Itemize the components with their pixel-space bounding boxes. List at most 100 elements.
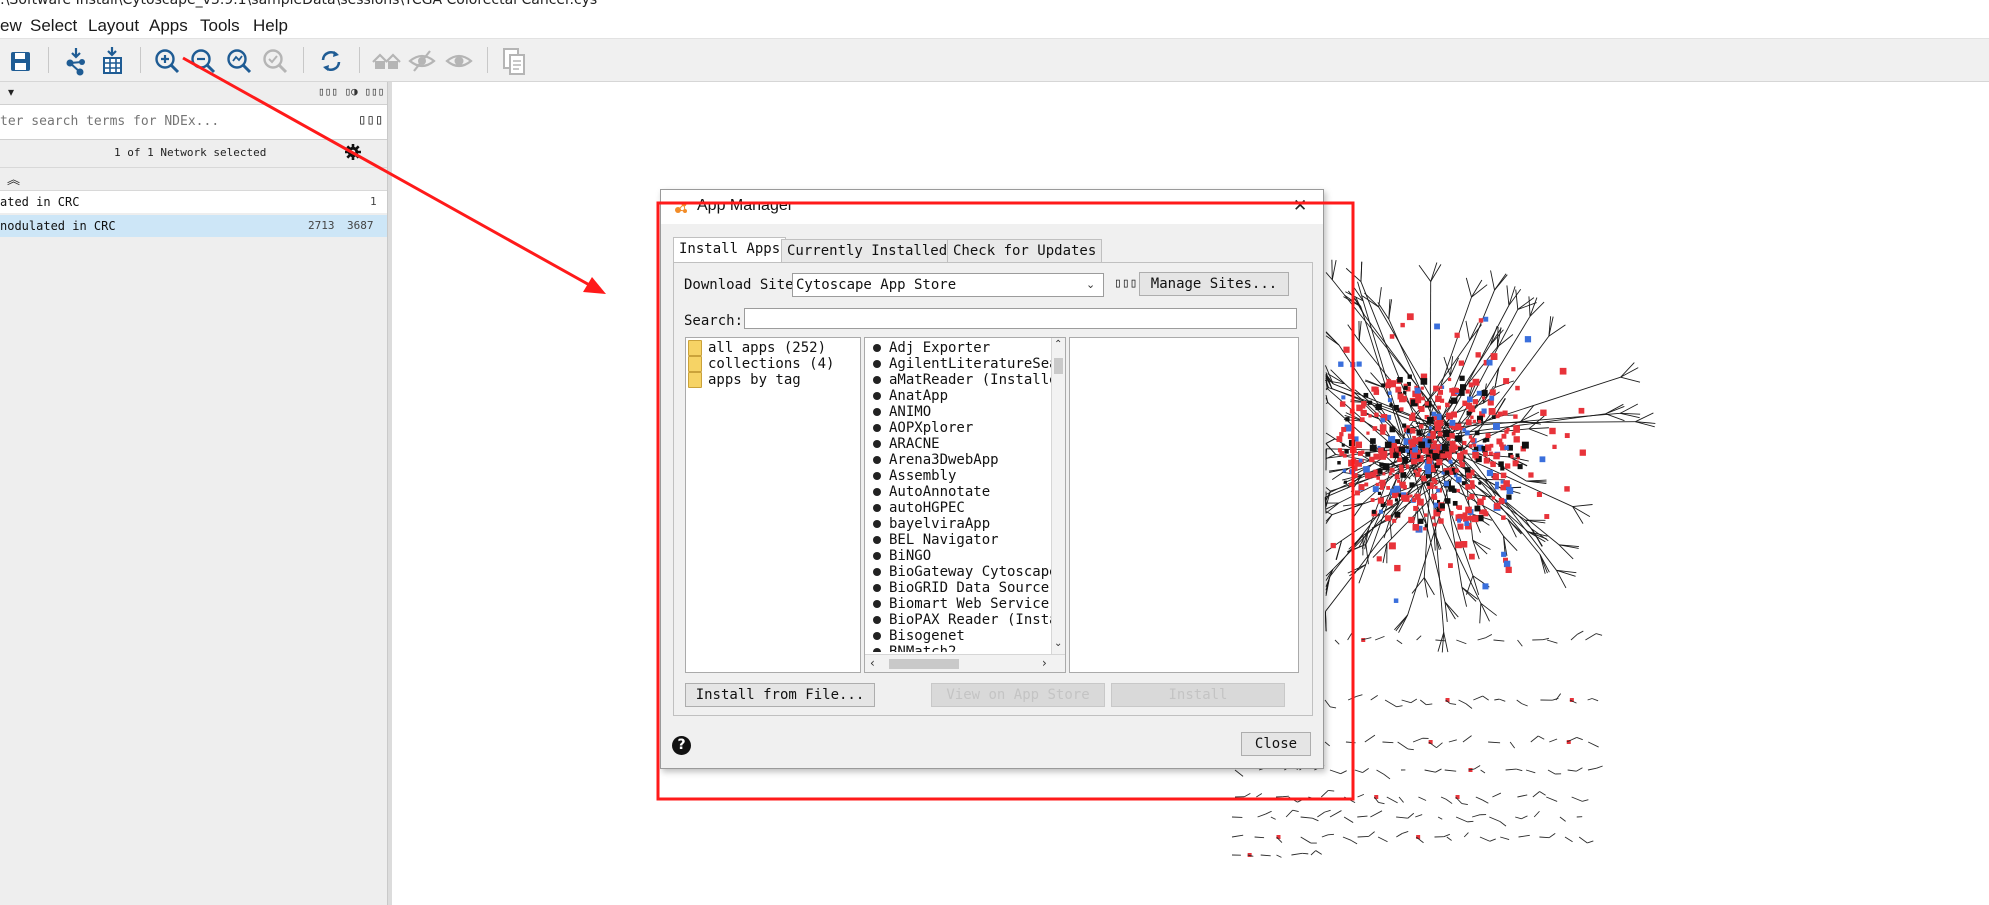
network-node <box>1466 472 1472 479</box>
import-network-icon[interactable] <box>60 45 92 77</box>
scroll-right-icon[interactable]: › <box>1042 656 1047 670</box>
show-icon[interactable] <box>443 45 475 77</box>
bullet-icon <box>873 439 881 448</box>
install-button[interactable]: Install <box>1111 683 1285 707</box>
refresh-sites-icon[interactable]: ▯▯▯ <box>1114 276 1137 291</box>
app-list-item[interactable]: Arena3DwebApp <box>865 452 999 468</box>
ndex-search-button[interactable]: ▯▯▯ <box>358 112 383 128</box>
network-edge <box>1461 803 1468 806</box>
tab-currently-installed[interactable]: Currently Installed <box>781 239 954 262</box>
zoom-out-icon[interactable] <box>187 45 219 77</box>
network-node <box>1415 397 1422 404</box>
network-row[interactable]: ated in CRC 1 <box>0 191 387 213</box>
import-table-icon[interactable] <box>96 45 128 77</box>
scrollbar-thumb[interactable] <box>889 659 959 669</box>
app-list-item[interactable]: AOPXplorer <box>865 420 973 436</box>
network-node <box>1370 438 1376 444</box>
app-list-item[interactable]: BioPAX Reader (Instal <box>865 612 1051 628</box>
network-edge <box>1357 815 1368 818</box>
menu-select[interactable]: Select <box>30 16 77 36</box>
app-list-item[interactable]: aMatReader (Installed <box>865 372 1051 388</box>
network-node <box>1409 494 1413 498</box>
category-item[interactable]: apps by tag <box>686 372 801 388</box>
scroll-up-icon[interactable]: ⌃ <box>1054 339 1062 350</box>
app-list-item[interactable]: AgilentLiteratureSear <box>865 356 1051 372</box>
view-on-app-store-button[interactable]: View on App Store <box>931 683 1105 707</box>
home-icon[interactable] <box>370 45 402 77</box>
network-node <box>1450 411 1458 418</box>
app-list-item[interactable]: ARACNE <box>865 436 940 452</box>
app-list-item[interactable]: BioGRID Data Source <box>865 580 1049 596</box>
app-list-item[interactable]: AnatApp <box>865 388 948 404</box>
network-node <box>1502 410 1508 416</box>
app-list-item[interactable]: bayelviraApp <box>865 516 990 532</box>
network-row-selected[interactable]: nodulated in CRC 2713 3687 <box>0 215 387 237</box>
app-list-item[interactable]: Bisogenet <box>865 628 965 644</box>
menu-apps[interactable]: Apps <box>149 16 188 36</box>
network-node <box>1432 522 1437 527</box>
app-list-item[interactable]: Biomart Web Service C <box>865 596 1051 612</box>
save-icon[interactable] <box>4 45 36 77</box>
panel-dropdown-arrow[interactable]: ▾ <box>8 85 14 99</box>
network-edge <box>1576 767 1583 772</box>
refresh-icon[interactable] <box>315 45 347 77</box>
app-list-item[interactable]: ANIMO <box>865 404 931 420</box>
category-item[interactable]: all apps (252) <box>686 340 826 356</box>
panel-header-icons[interactable]: ▯▯▯ ▯◑ ▯▯▯ <box>318 85 384 98</box>
scroll-left-icon[interactable]: ‹ <box>870 656 875 670</box>
app-list-item[interactable]: BNMatch2 <box>865 644 956 652</box>
network-node <box>1339 401 1346 407</box>
network-node <box>1427 416 1434 424</box>
zoom-fit-icon[interactable] <box>223 45 255 77</box>
network-node <box>1386 378 1392 384</box>
menu-help[interactable]: Help <box>253 16 288 36</box>
app-list-item[interactable]: BioGateway Cytoscape <box>865 564 1051 580</box>
app-list-item[interactable]: Adj Exporter <box>865 340 990 356</box>
gear-icon[interactable] <box>344 143 362 161</box>
network-edge <box>1443 833 1450 838</box>
manage-sites-button[interactable]: Manage Sites... <box>1139 272 1289 296</box>
network-node <box>1330 542 1336 549</box>
network-node <box>1416 498 1424 506</box>
network-edge <box>1288 796 1298 803</box>
app-list-item[interactable]: BiNGO <box>865 548 931 564</box>
collapse-icon[interactable]: ︽ <box>7 169 20 188</box>
menu-layout[interactable]: Layout <box>88 16 139 36</box>
app-list-item[interactable]: Assembly <box>865 468 956 484</box>
network-edge <box>1329 706 1337 709</box>
new-from-selection-icon[interactable] <box>498 45 530 77</box>
category-item[interactable]: collections (4) <box>686 356 834 372</box>
download-site-select[interactable]: Cytoscape App Store ⌄ <box>792 273 1104 297</box>
scroll-down-icon[interactable]: ⌄ <box>1054 638 1062 649</box>
zoom-selected-icon[interactable] <box>259 45 291 77</box>
network-node <box>1486 359 1493 366</box>
app-list-item[interactable]: BEL Navigator <box>865 532 999 548</box>
network-edge <box>1315 850 1322 855</box>
zoom-in-icon[interactable] <box>151 45 183 77</box>
horizontal-scrollbar[interactable]: ‹ › <box>865 654 1065 672</box>
help-icon[interactable]: ? <box>672 736 691 755</box>
network-node <box>1405 448 1410 453</box>
ndex-search-input[interactable] <box>0 111 350 131</box>
install-from-file-button[interactable]: Install from File... <box>685 683 875 707</box>
network-node <box>1400 322 1405 328</box>
app-list-item[interactable]: AutoAnnotate <box>865 484 990 500</box>
vertical-scrollbar[interactable]: ⌃ ⌄ <box>1051 338 1065 654</box>
hide-icon[interactable] <box>406 45 438 77</box>
network-node <box>1359 417 1365 423</box>
scrollbar-thumb[interactable] <box>1054 358 1063 374</box>
app-search-input[interactable] <box>744 308 1297 329</box>
tab-install-apps[interactable]: Install Apps <box>673 237 787 262</box>
network-edge <box>1548 833 1556 839</box>
network-node <box>1395 386 1402 393</box>
app-list-item[interactable]: autoHGPEC <box>865 500 965 516</box>
tab-check-for-updates[interactable]: Check for Updates <box>947 239 1103 262</box>
network-edge <box>1312 817 1319 822</box>
network-node <box>1579 449 1586 456</box>
menu-view[interactable]: ew <box>0 16 22 36</box>
close-button[interactable]: Close <box>1241 732 1311 756</box>
network-node <box>1463 516 1469 522</box>
dialog-close-icon[interactable]: ✕ <box>1293 196 1307 216</box>
network-node <box>1472 443 1477 447</box>
menu-tools[interactable]: Tools <box>200 16 240 36</box>
